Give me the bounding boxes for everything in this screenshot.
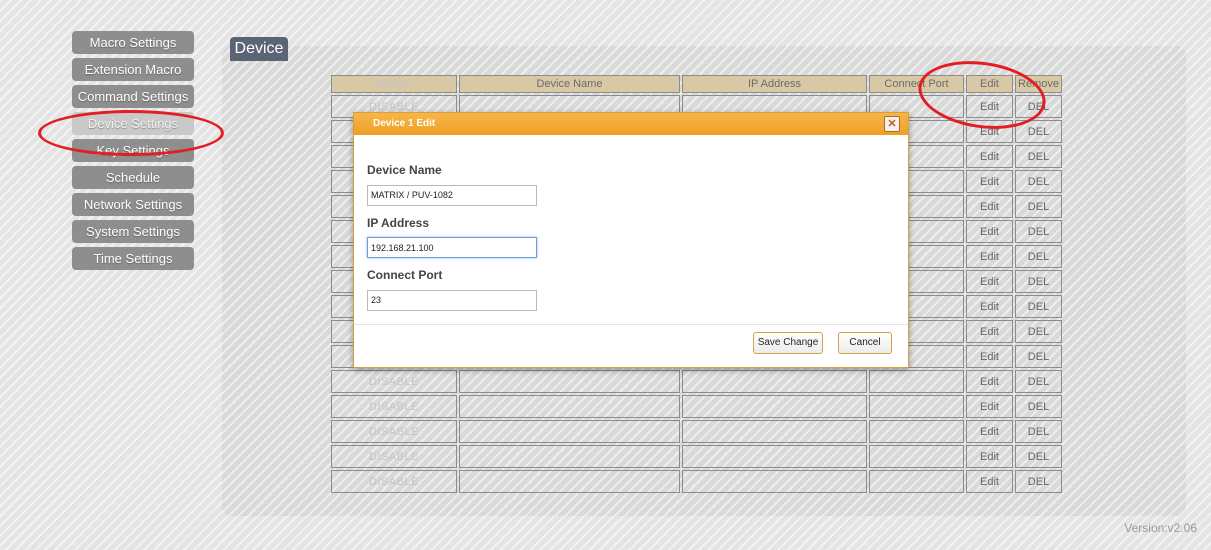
del-button[interactable]: DEL xyxy=(1015,420,1062,443)
device-name-cell xyxy=(459,470,680,493)
edit-button[interactable]: Edit xyxy=(966,220,1013,243)
ip-address-cell xyxy=(682,445,867,468)
ip-address-cell xyxy=(682,395,867,418)
dialog-footer: Save Change Cancel xyxy=(354,324,908,367)
header-connect-port: Connect Port xyxy=(869,75,964,93)
version-label: Version:v2.06 xyxy=(1124,521,1197,535)
device-name-label: Device Name xyxy=(367,163,442,177)
panel-title: Device xyxy=(230,37,288,61)
sidebar-item-system-settings[interactable]: System Settings xyxy=(72,220,194,243)
device-name-cell xyxy=(459,370,680,393)
table-row: DISABLE EditDEL xyxy=(331,445,1062,468)
del-button[interactable]: DEL xyxy=(1015,470,1062,493)
edit-button[interactable]: Edit xyxy=(966,245,1013,268)
edit-button[interactable]: Edit xyxy=(966,270,1013,293)
sidebar-item-network-settings[interactable]: Network Settings xyxy=(72,193,194,216)
edit-button[interactable]: Edit xyxy=(966,295,1013,318)
active-cell[interactable]: DISABLE xyxy=(331,370,457,393)
header-edit: Edit xyxy=(966,75,1013,93)
del-button[interactable]: DEL xyxy=(1015,345,1062,368)
edit-button[interactable]: Edit xyxy=(966,445,1013,468)
del-button[interactable]: DEL xyxy=(1015,245,1062,268)
edit-button[interactable]: Edit xyxy=(966,370,1013,393)
del-button[interactable]: DEL xyxy=(1015,370,1062,393)
sidebar-item-device-settings[interactable]: Device Settings xyxy=(72,112,194,135)
edit-button[interactable]: Edit xyxy=(966,320,1013,343)
close-icon[interactable]: ✕ xyxy=(884,116,900,132)
ip-address-label: IP Address xyxy=(367,215,430,230)
table-row: DISABLE EditDEL xyxy=(331,395,1062,418)
edit-button[interactable]: Edit xyxy=(966,420,1013,443)
edit-button[interactable]: Edit xyxy=(966,345,1013,368)
device-name-input[interactable] xyxy=(367,184,537,206)
del-button[interactable]: DEL xyxy=(1015,295,1062,318)
sidebar-item-command-settings[interactable]: Command Settings xyxy=(72,85,194,108)
del-button[interactable]: DEL xyxy=(1015,320,1062,343)
del-button[interactable]: DEL xyxy=(1015,270,1062,293)
active-cell[interactable]: DISABLE xyxy=(331,420,457,443)
dialog-header: Device 1 Edit ✕ xyxy=(354,113,908,135)
connect-port-cell xyxy=(869,445,964,468)
ip-address-cell xyxy=(682,370,867,393)
table-row: DISABLE EditDEL xyxy=(331,370,1062,393)
table-row: DISABLE EditDEL xyxy=(331,470,1062,493)
connect-port-cell xyxy=(869,470,964,493)
dialog-title: Device 1 Edit xyxy=(373,118,436,129)
ip-address-cell xyxy=(682,470,867,493)
sidebar-nav: Macro Settings Extension Macro Command S… xyxy=(72,31,194,274)
device-name-cell xyxy=(459,420,680,443)
del-button[interactable]: DEL xyxy=(1015,220,1062,243)
edit-button[interactable]: Edit xyxy=(966,95,1013,118)
device-edit-dialog: Device 1 Edit ✕ Device Name IP Address C… xyxy=(353,112,909,368)
sidebar-item-macro-settings[interactable]: Macro Settings xyxy=(72,31,194,54)
del-button[interactable]: DEL xyxy=(1015,95,1062,118)
sidebar-item-extension-macro[interactable]: Extension Macro xyxy=(72,58,194,81)
active-cell[interactable]: DISABLE xyxy=(331,445,457,468)
save-change-button[interactable]: Save Change xyxy=(753,332,823,354)
edit-button[interactable]: Edit xyxy=(966,145,1013,168)
dialog-body: Device Name IP Address Connect Port xyxy=(354,135,908,321)
del-button[interactable]: DEL xyxy=(1015,145,1062,168)
table-header-row: Active Device Name IP Address Connect Po… xyxy=(331,75,1062,93)
edit-button[interactable]: Edit xyxy=(966,470,1013,493)
edit-button[interactable]: Edit xyxy=(966,195,1013,218)
sidebar-item-key-settings[interactable]: Key Settings xyxy=(72,139,194,162)
sidebar-item-schedule[interactable]: Schedule xyxy=(72,166,194,189)
ip-address-input[interactable] xyxy=(367,237,537,258)
header-remove: Remove xyxy=(1015,75,1062,93)
edit-button[interactable]: Edit xyxy=(966,170,1013,193)
active-cell[interactable]: DISABLE xyxy=(331,395,457,418)
table-row: DISABLE EditDEL xyxy=(331,420,1062,443)
del-button[interactable]: DEL xyxy=(1015,120,1062,143)
device-name-cell xyxy=(459,445,680,468)
edit-button[interactable]: Edit xyxy=(966,395,1013,418)
active-cell[interactable]: DISABLE xyxy=(331,470,457,493)
del-button[interactable]: DEL xyxy=(1015,445,1062,468)
cancel-button[interactable]: Cancel xyxy=(838,332,892,354)
header-ip-address: IP Address xyxy=(682,75,867,93)
del-button[interactable]: DEL xyxy=(1015,195,1062,218)
device-name-cell xyxy=(459,395,680,418)
sidebar-item-time-settings[interactable]: Time Settings xyxy=(72,247,194,270)
del-button[interactable]: DEL xyxy=(1015,170,1062,193)
del-button[interactable]: DEL xyxy=(1015,395,1062,418)
connect-port-label: Connect Port xyxy=(367,268,443,282)
connect-port-input[interactable] xyxy=(367,289,537,311)
connect-port-cell xyxy=(869,420,964,443)
header-active: Active xyxy=(331,75,457,93)
connect-port-cell xyxy=(869,395,964,418)
connect-port-cell xyxy=(869,370,964,393)
ip-address-cell xyxy=(682,420,867,443)
edit-button[interactable]: Edit xyxy=(966,120,1013,143)
header-device-name: Device Name xyxy=(459,75,680,93)
